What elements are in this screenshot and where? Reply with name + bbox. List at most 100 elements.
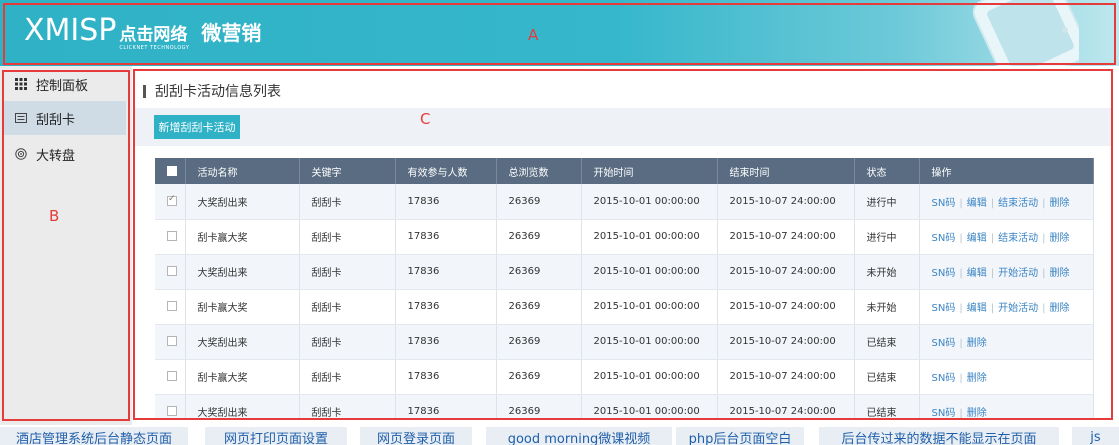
row-action-link[interactable]: 编辑 — [967, 198, 987, 209]
related-link[interactable]: 网页打印页面设置 — [205, 427, 347, 445]
row-action-link[interactable]: SN码 — [932, 408, 956, 419]
cell-ops: SN码 | 编辑 | 开始活动 | 删除 — [919, 254, 1094, 290]
annotation-frame-a — [3, 3, 1116, 65]
row-action-link[interactable]: 结束活动 — [998, 233, 1038, 244]
cell-participants: 17836 — [395, 219, 497, 255]
cell-participants: 17836 — [395, 359, 497, 395]
cell-end: 2015-10-07 24:00:00 — [717, 219, 855, 255]
ops-separator: | — [959, 233, 963, 244]
table-row: 刮卡赢大奖 刮刮卡 17836 26369 2015-10-01 00:00:00 201… — [155, 359, 1094, 395]
row-select-cell[interactable] — [155, 289, 186, 325]
row-checkbox[interactable] — [167, 301, 177, 311]
cell-end: 2015-10-07 24:00:00 — [717, 324, 855, 360]
row-action-link[interactable]: SN码 — [932, 233, 956, 244]
cell-views: 26369 — [496, 289, 582, 325]
col-header-name: 活动名称 — [185, 158, 300, 184]
title-bar — [143, 84, 146, 98]
row-action-link[interactable]: 删除 — [967, 338, 987, 349]
cell-start: 2015-10-01 00:00:00 — [581, 184, 718, 220]
col-header-ops: 操作 — [919, 158, 1094, 184]
cell-status: 已结束 — [854, 324, 920, 360]
row-action-link[interactable]: 开始活动 — [998, 303, 1038, 314]
col-header-end: 结束时间 — [717, 158, 855, 184]
cell-status: 已结束 — [854, 394, 920, 420]
row-action-link[interactable]: 编辑 — [967, 233, 987, 244]
cell-name: 刮卡赢大奖 — [185, 219, 300, 255]
row-action-link[interactable]: SN码 — [932, 303, 956, 314]
cell-end: 2015-10-07 24:00:00 — [717, 359, 855, 395]
row-action-link[interactable]: 编辑 — [967, 303, 987, 314]
cell-participants: 17836 — [395, 394, 497, 420]
add-scratch-activity-button[interactable]: 新增刮刮卡活动 — [154, 115, 240, 139]
row-action-link[interactable]: 删除 — [1049, 303, 1069, 314]
row-select-cell[interactable] — [155, 254, 186, 290]
cell-ops: SN码 | 编辑 | 结束活动 | 删除 — [919, 184, 1094, 220]
table-header-row: 活动名称 关键字 有效参与人数 总浏览数 开始时间 结束时间 状态 操作 — [155, 158, 1094, 184]
row-action-link[interactable]: SN码 — [932, 338, 956, 349]
app-root: XMISP 点击网络 CLICKNET TECHNOLOGY 微营销 控制面板 — [0, 0, 1119, 445]
related-link[interactable]: good morning微课视频 — [486, 427, 672, 445]
cell-name: 大奖刮出来 — [185, 324, 300, 360]
annotation-frame-b — [2, 70, 130, 421]
main-content: 刮刮卡活动信息列表 新增刮刮卡活动 活动名称 关键字 有效参与人数 总浏览数 开… — [135, 70, 1112, 420]
row-checkbox[interactable] — [167, 336, 177, 346]
row-checkbox[interactable] — [167, 266, 177, 276]
row-select-cell[interactable] — [155, 219, 186, 255]
annotation-label-b: B — [49, 207, 60, 225]
ops-separator: | — [990, 197, 995, 209]
ops-separator: | — [959, 338, 963, 349]
cell-status: 进行中 — [854, 184, 920, 220]
cell-end: 2015-10-07 24:00:00 — [717, 184, 855, 220]
ops-separator: | — [959, 303, 963, 314]
ops-separator: | — [959, 197, 963, 209]
table-row: 大奖刮出来刮刮卡17836263692015-10-01 00:00:00201… — [155, 324, 1094, 360]
table-body: 大奖刮出来刮刮卡17836263692015-10-01 00:00:00201… — [155, 184, 1094, 420]
col-header-views: 总浏览数 — [496, 158, 582, 184]
table-row: 大奖刮出来刮刮卡17836263692015-10-01 00:00:00201… — [155, 184, 1094, 220]
row-checkbox[interactable] — [167, 231, 177, 241]
row-action-link[interactable]: 编辑 — [967, 268, 987, 279]
table-row: 大奖刮出来刮刮卡17836263692015-10-01 00:00:00201… — [155, 254, 1094, 290]
row-checkbox[interactable] — [167, 371, 177, 381]
row-action-link[interactable]: 开始活动 — [998, 268, 1038, 279]
col-header-keyword: 关键字 — [299, 158, 396, 184]
row-select-cell[interactable] — [155, 184, 186, 220]
row-action-link[interactable]: 删除 — [967, 373, 987, 384]
row-action-link[interactable]: 删除 — [1049, 198, 1069, 209]
related-link[interactable]: 酒店管理系统后台静态页面 — [0, 427, 188, 445]
page-title-text: 刮刮卡活动信息列表 — [155, 84, 281, 100]
related-link[interactable]: js — [1072, 427, 1119, 445]
col-header-status: 状态 — [854, 158, 920, 184]
ops-separator: | — [959, 268, 963, 279]
row-action-link[interactable]: 删除 — [967, 408, 987, 419]
cell-participants: 17836 — [395, 184, 497, 220]
cell-start: 2015-10-01 00:00:00 — [581, 219, 718, 255]
cell-status: 未开始 — [854, 254, 920, 290]
row-action-link[interactable]: 删除 — [1049, 268, 1069, 279]
row-select-cell[interactable] — [155, 324, 186, 360]
related-link[interactable]: php后台页面空白 — [676, 427, 804, 445]
row-action-link[interactable]: SN码 — [932, 268, 956, 279]
ops-separator: | — [1042, 233, 1046, 244]
select-all-cell[interactable] — [155, 158, 186, 184]
activity-table: 活动名称 关键字 有效参与人数 总浏览数 开始时间 结束时间 状态 操作 大奖刮… — [155, 158, 1094, 420]
annotation-label-c: C — [420, 110, 431, 128]
ops-separator: | — [1042, 197, 1046, 209]
row-action-link[interactable]: SN码 — [932, 198, 956, 209]
cell-name: 大奖刮出来 — [185, 394, 300, 420]
select-all-checkbox[interactable] — [167, 165, 177, 176]
row-action-link[interactable]: 结束活动 — [998, 198, 1038, 209]
toolbar: 新增刮刮卡活动 — [135, 108, 1112, 146]
related-links-bar: 酒店管理系统后台静态页面 网页打印页面设置 网页登录页面 good mornin… — [0, 425, 1119, 445]
row-select-cell[interactable] — [155, 359, 186, 395]
related-link[interactable]: 网页登录页面 — [360, 427, 472, 445]
cell-keyword: 刮刮卡 — [299, 359, 396, 395]
cell-participants: 17836 — [395, 324, 497, 360]
row-action-link[interactable]: 删除 — [1049, 233, 1069, 244]
related-link[interactable]: 后台传过来的数据不能显示在页面 — [819, 427, 1059, 445]
row-checkbox[interactable] — [167, 194, 177, 206]
row-action-link[interactable]: SN码 — [932, 373, 956, 384]
row-select-cell[interactable] — [155, 394, 186, 420]
row-checkbox[interactable] — [167, 406, 177, 416]
page-title: 刮刮卡活动信息列表 — [143, 82, 281, 100]
